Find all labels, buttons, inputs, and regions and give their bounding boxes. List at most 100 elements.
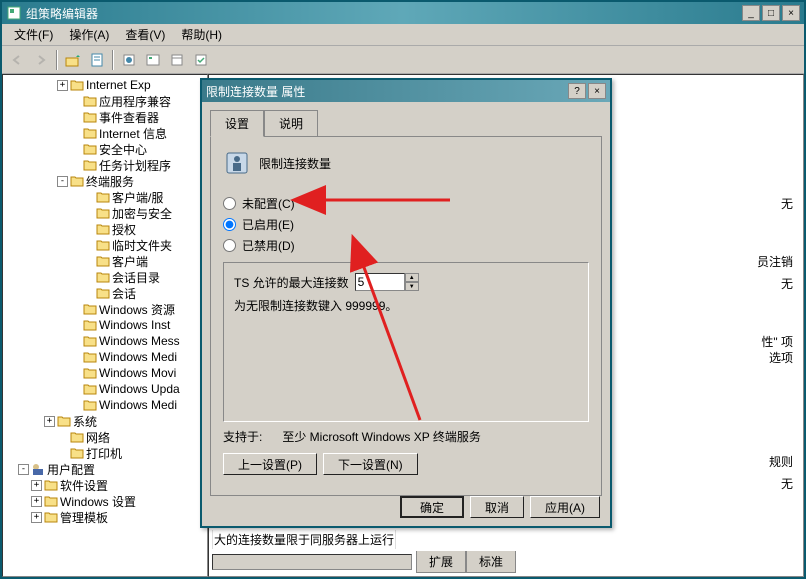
radio-not-configured[interactable] <box>223 197 236 210</box>
tree-item[interactable]: Windows Movi <box>5 365 205 381</box>
tree-item[interactable]: 应用程序兼容 <box>5 93 205 109</box>
detail-text: 无 <box>781 475 793 492</box>
tree-item[interactable]: Windows Mess <box>5 333 205 349</box>
unlimited-hint: 为无限制连接数键入 999999。 <box>234 297 578 314</box>
spinner[interactable]: ▲ ▼ <box>405 273 419 291</box>
main-titlebar: 组策略编辑器 _ □ × <box>2 2 804 24</box>
tree-item[interactable]: +管理模板 <box>5 509 205 525</box>
tree-toggle[interactable]: + <box>57 80 68 91</box>
forward-button[interactable] <box>30 49 52 71</box>
bottom-scrollbar[interactable] <box>212 554 412 570</box>
tree-item[interactable]: 安全中心 <box>5 141 205 157</box>
next-setting-button[interactable]: 下一设置(N) <box>323 453 418 475</box>
tree-item[interactable]: 会话目录 <box>5 269 205 285</box>
tree-item[interactable]: 网络 <box>5 429 205 445</box>
dialog-close-button[interactable]: × <box>588 83 606 99</box>
menu-file[interactable]: 文件(F) <box>6 24 61 45</box>
tree-item[interactable]: 打印机 <box>5 445 205 461</box>
tree-item[interactable]: Windows Medi <box>5 397 205 413</box>
tree-item[interactable]: 会话 <box>5 285 205 301</box>
tool-icon-3[interactable] <box>166 49 188 71</box>
prev-setting-button[interactable]: 上一设置(P) <box>223 453 317 475</box>
tool-icon-4[interactable] <box>190 49 212 71</box>
dialog-help-button[interactable]: ? <box>568 83 586 99</box>
setting-name: 限制连接数量 <box>259 155 331 172</box>
radio-label-disabled: 已禁用(D) <box>242 237 295 254</box>
tree-item[interactable]: + 软件设置 <box>5 477 205 493</box>
tree-label: 任务计划程序 <box>99 157 171 174</box>
tree-toggle[interactable]: - <box>57 176 68 187</box>
up-button[interactable] <box>62 49 84 71</box>
tree-item[interactable]: -终端服务 <box>5 173 205 189</box>
spin-up[interactable]: ▲ <box>405 273 419 282</box>
maximize-button[interactable]: □ <box>762 5 780 21</box>
apply-button[interactable]: 应用(A) <box>530 496 600 518</box>
tab-extended[interactable]: 扩展 <box>416 551 466 573</box>
radio-enabled[interactable] <box>223 218 236 231</box>
tree-item[interactable]: 临时文件夹 <box>5 237 205 253</box>
tree-item[interactable]: 任务计划程序 <box>5 157 205 173</box>
detail-text: 员注销 <box>757 253 793 270</box>
tree-label: 应用程序兼容 <box>99 93 171 110</box>
tree-item[interactable]: 加密与安全 <box>5 205 205 221</box>
tree-label: 系统 <box>73 413 97 430</box>
tree-item[interactable]: + Internet Exp <box>5 77 205 93</box>
tree-label: 临时文件夹 <box>112 237 172 254</box>
tree-label: Windows Medi <box>99 398 177 412</box>
tree-label: 客户端 <box>112 253 148 270</box>
tree-pane[interactable]: + Internet Exp应用程序兼容事件查看器Internet 信息安全中心任… <box>2 74 208 577</box>
tree-toggle[interactable]: + <box>31 480 42 491</box>
properties-dialog: 限制连接数量 属性 ? × 设置 说明 限制连接数量 未配置(C) 已启用 <box>200 78 612 528</box>
tree-label: Windows 资源 <box>99 301 175 318</box>
tree-item[interactable]: - 用户配置 <box>5 461 205 477</box>
tree-label: Windows Medi <box>99 350 177 364</box>
tree-label: Windows Inst <box>99 318 170 332</box>
tool-icon-2[interactable] <box>142 49 164 71</box>
menu-help[interactable]: 帮助(H) <box>173 24 230 45</box>
tree-item[interactable]: Windows Upda <box>5 381 205 397</box>
tree-item[interactable]: 客户端 <box>5 253 205 269</box>
tree-label: 用户配置 <box>47 461 95 478</box>
tree-toggle[interactable]: - <box>18 464 29 475</box>
tree-item[interactable]: 授权 <box>5 221 205 237</box>
tab-explain[interactable]: 说明 <box>264 110 318 136</box>
minimize-button[interactable]: _ <box>742 5 760 21</box>
max-conn-input[interactable] <box>355 273 405 291</box>
spin-down[interactable]: ▼ <box>405 282 419 291</box>
tab-standard[interactable]: 标准 <box>466 551 516 573</box>
tab-settings[interactable]: 设置 <box>210 110 264 137</box>
tree-item[interactable]: 客户端/服 <box>5 189 205 205</box>
tool-icon-1[interactable] <box>118 49 140 71</box>
tree-toggle[interactable]: + <box>44 416 55 427</box>
close-button[interactable]: × <box>782 5 800 21</box>
tree-item[interactable]: + 系统 <box>5 413 205 429</box>
dialog-titlebar: 限制连接数量 属性 ? × <box>202 80 610 102</box>
tree-item[interactable]: + Windows 设置 <box>5 493 205 509</box>
support-label: 支持于: <box>223 428 262 445</box>
back-button[interactable] <box>6 49 28 71</box>
radio-disabled[interactable] <box>223 239 236 252</box>
tree-item[interactable]: 事件查看器 <box>5 109 205 125</box>
tree-label: 客户端/服 <box>112 189 163 206</box>
tree-label: Internet Exp <box>86 78 151 92</box>
cancel-button[interactable]: 取消 <box>470 496 524 518</box>
detail-text: 性" 项 <box>761 333 793 350</box>
tree-label: 打印机 <box>86 445 122 462</box>
tree-label: Windows Upda <box>99 382 180 396</box>
tree-label: 软件设置 <box>60 477 108 494</box>
tree-item[interactable]: Windows 资源 <box>5 301 205 317</box>
ok-button[interactable]: 确定 <box>400 496 464 518</box>
bottom-tabs: 扩展 标准 <box>212 551 516 573</box>
properties-button[interactable] <box>86 49 108 71</box>
menu-action[interactable]: 操作(A) <box>61 24 117 45</box>
dialog-title: 限制连接数量 属性 <box>206 83 568 100</box>
tree-label: Windows 设置 <box>60 493 136 510</box>
tree-item[interactable]: Internet 信息 <box>5 125 205 141</box>
tree-toggle[interactable]: + <box>31 496 42 507</box>
tree-item[interactable]: Windows Medi <box>5 349 205 365</box>
tree-item[interactable]: Windows Inst <box>5 317 205 333</box>
menu-view[interactable]: 查看(V) <box>117 24 173 45</box>
tree-toggle[interactable]: + <box>31 512 42 523</box>
menubar: 文件(F) 操作(A) 查看(V) 帮助(H) <box>2 24 804 46</box>
tree-label: 授权 <box>112 221 136 238</box>
